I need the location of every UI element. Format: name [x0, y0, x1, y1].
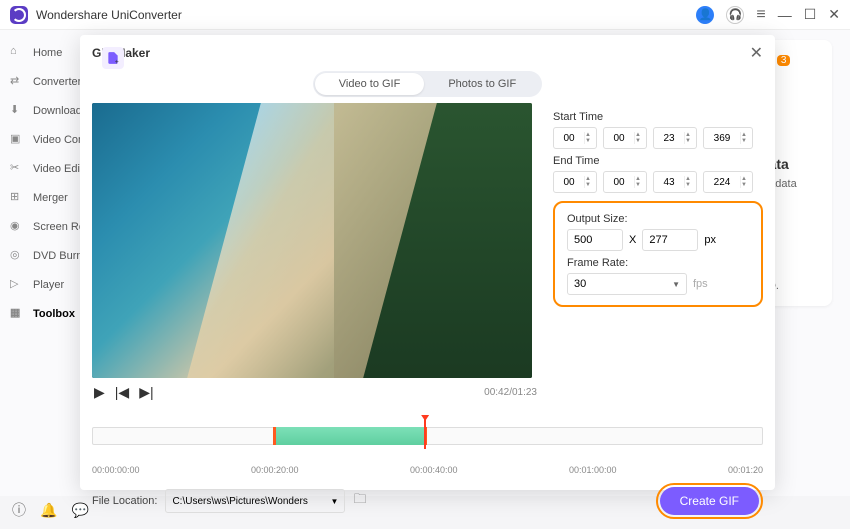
timeline-ticks: 00:00:00:00 00:00:20:00 00:00:40:00 00:0…	[92, 465, 763, 475]
play-icon: ▷	[10, 277, 25, 292]
sidebar-item-converter[interactable]: ⇄ Converter	[0, 67, 80, 96]
sidebar-item-recorder[interactable]: ◉ Screen Recorder	[0, 212, 80, 241]
frame-rate-label: Frame Rate:	[567, 257, 749, 269]
merge-icon: ⊞	[10, 190, 25, 205]
tab-video-to-gif[interactable]: Video to GIF	[315, 73, 425, 95]
end-minutes-input[interactable]: 00▲▼	[603, 171, 647, 193]
timecode: 00:42/01:23	[484, 387, 537, 398]
fps-label: fps	[693, 278, 708, 290]
start-minutes-input[interactable]: 00▲▼	[603, 127, 647, 149]
grid-icon: ▦	[10, 306, 25, 321]
app-title: Wondershare UniConverter	[36, 8, 182, 22]
next-frame-button[interactable]: ▶|	[139, 384, 153, 401]
end-hours-input[interactable]: 00▲▼	[553, 171, 597, 193]
menu-icon[interactable]: ≡	[756, 6, 765, 24]
open-folder-button[interactable]: 🗀	[353, 490, 366, 512]
prev-frame-button[interactable]: |◀	[115, 384, 129, 401]
sidebar-item-label: DVD Burner	[33, 250, 80, 262]
maximize-button[interactable]: ☐	[804, 6, 817, 23]
modal-close-button[interactable]: ✕	[750, 43, 763, 63]
sidebar-item-label: Converter	[33, 76, 80, 88]
add-file-button[interactable]: +	[102, 47, 124, 69]
output-settings-highlight: Output Size: X px Frame Rate: 30▼ fps	[553, 201, 763, 307]
download-icon: ⬇	[10, 103, 25, 118]
sidebar-item-home[interactable]: ⌂ Home	[0, 38, 80, 67]
timeline-track[interactable]	[92, 427, 763, 445]
scissors-icon: ✂	[10, 161, 25, 176]
sidebar-item-player[interactable]: ▷ Player	[0, 270, 80, 299]
add-file-icon: +	[106, 51, 120, 65]
close-button[interactable]: ✕	[828, 6, 840, 23]
sidebar-item-label: Screen Recorder	[33, 221, 80, 233]
timeline-clip[interactable]	[273, 427, 427, 445]
svg-text:+: +	[115, 59, 119, 65]
account-icon[interactable]: 👤	[696, 6, 714, 24]
sidebar: ⌂ Home ⇄ Converter ⬇ Downloader ▣ Video Comp…	[0, 30, 80, 496]
output-height-input[interactable]	[642, 229, 698, 251]
video-preview[interactable]	[92, 103, 532, 378]
sidebar-item-dvd[interactable]: ◎ DVD Burner	[0, 241, 80, 270]
help-icon[interactable]: ⓘ	[12, 500, 26, 520]
start-ms-input[interactable]: 369▲▼	[703, 127, 753, 149]
timeline-playhead[interactable]	[424, 419, 426, 449]
support-icon[interactable]: 🎧	[726, 6, 744, 24]
sidebar-item-label: Video Compressor	[33, 134, 80, 146]
output-width-input[interactable]	[567, 229, 623, 251]
sidebar-item-label: Toolbox	[33, 308, 75, 320]
titlebar: Wondershare UniConverter 👤 🎧 ≡ — ☐ ✕	[0, 0, 850, 30]
output-size-label: Output Size:	[567, 213, 749, 225]
timeline[interactable]: 00:00:00:00 00:00:20:00 00:00:40:00 00:0…	[92, 413, 763, 461]
frame-rate-select[interactable]: 30▼	[567, 273, 687, 295]
sidebar-item-label: Home	[33, 47, 62, 59]
create-gif-button[interactable]: Create GIF	[660, 487, 759, 515]
start-seconds-input[interactable]: 23▲▼	[653, 127, 697, 149]
chevron-down-icon: ▼	[672, 280, 680, 289]
app-logo-icon	[10, 6, 28, 24]
play-button[interactable]: ▶	[94, 384, 105, 401]
sidebar-item-label: Downloader	[33, 105, 80, 117]
compress-icon: ▣	[10, 132, 25, 147]
x-label: X	[629, 234, 636, 246]
sidebar-item-editor[interactable]: ✂ Video Editor	[0, 154, 80, 183]
converter-icon: ⇄	[10, 74, 25, 89]
sidebar-item-compressor[interactable]: ▣ Video Compressor	[0, 125, 80, 154]
end-time-label: End Time	[553, 155, 763, 167]
px-label: px	[704, 234, 716, 246]
sidebar-item-label: Video Editor	[33, 163, 80, 175]
sidebar-item-label: Player	[33, 279, 64, 291]
badge: 3	[777, 55, 791, 66]
end-ms-input[interactable]: 224▲▼	[703, 171, 753, 193]
tab-group: Video to GIF Photos to GIF	[313, 71, 542, 97]
sidebar-item-toolbox[interactable]: ▦ Toolbox	[0, 299, 80, 328]
chevron-down-icon: ▼	[331, 497, 339, 506]
sidebar-item-label: Merger	[33, 192, 68, 204]
file-location-label: File Location:	[92, 495, 157, 507]
disc-icon: ◎	[10, 248, 25, 263]
bell-icon[interactable]: 🔔	[40, 502, 57, 519]
file-location-dropdown[interactable]: C:\Users\ws\Pictures\Wonders▼	[165, 489, 345, 513]
sidebar-item-downloader[interactable]: ⬇ Downloader	[0, 96, 80, 125]
home-icon: ⌂	[10, 45, 25, 60]
create-gif-highlight: Create GIF	[656, 483, 763, 519]
end-seconds-input[interactable]: 43▲▼	[653, 171, 697, 193]
tab-photos-to-gif[interactable]: Photos to GIF	[424, 73, 540, 95]
record-icon: ◉	[10, 219, 25, 234]
minimize-button[interactable]: —	[778, 7, 792, 23]
sidebar-item-merger[interactable]: ⊞ Merger	[0, 183, 80, 212]
gif-maker-modal: GIF Maker ✕ + Video to GIF Photos to GIF…	[80, 35, 775, 490]
start-hours-input[interactable]: 00▲▼	[553, 127, 597, 149]
start-time-label: Start Time	[553, 111, 763, 123]
